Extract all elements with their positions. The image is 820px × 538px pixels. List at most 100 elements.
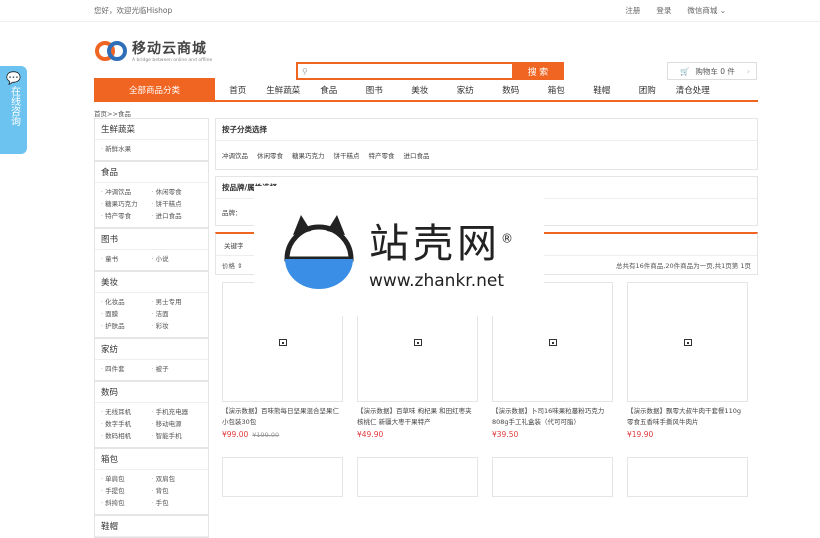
search-button[interactable]: 搜 索 (512, 62, 564, 80)
subcategory-link[interactable]: 数码相机 (101, 430, 152, 442)
product-price: ¥49.90 (357, 430, 384, 439)
subcategory-link[interactable]: 智能手机 (152, 430, 203, 442)
nav-item[interactable]: 家纺 (443, 84, 489, 96)
category-title[interactable]: 家纺 (95, 338, 208, 360)
subcategory-link[interactable]: 四件套 (101, 363, 152, 375)
subcategory-link[interactable]: 数字手机 (101, 418, 152, 430)
login-link[interactable]: 登录 (656, 5, 671, 16)
product-image[interactable] (492, 457, 613, 497)
category-group: 美妆化妆品男士专用面膜洁面护肤品彩妆 (94, 271, 209, 338)
category-group: 数码无线耳机手机充电器数字手机移动电源数码相机智能手机 (94, 381, 209, 448)
header: 移动云商城 A bridge between online and offlin… (0, 22, 820, 80)
product-name[interactable]: 【演示数据】百味熊每日坚果混合坚果仁 小包装30包 (222, 406, 343, 428)
subcategory-link[interactable]: 洁面 (152, 308, 203, 320)
product-name[interactable]: 【演示数据】百草味 枸杞果 和田红枣夹核桃仁 新疆大枣干果特产 (357, 406, 478, 428)
subcategory-link[interactable]: 单肩包 (101, 473, 152, 485)
category-title[interactable]: 食品 (95, 161, 208, 183)
watermark-text: 站壳网 (369, 221, 501, 267)
register-link[interactable]: 注册 (625, 5, 640, 16)
top-bar: 您好，欢迎光临Hishop 注册 登录 微信商城 ⌄ (0, 0, 820, 22)
subcategory-option[interactable]: 糖果巧克力 (292, 150, 325, 160)
image-placeholder-icon (548, 338, 557, 346)
subcategory-link[interactable]: 特产零食 (101, 210, 152, 222)
nav-item[interactable]: 美妆 (397, 84, 443, 96)
search-bar: ⚲ 搜 索 (296, 62, 564, 80)
keyword-filter[interactable]: 关键字 (224, 240, 244, 250)
subcategory-link[interactable]: 男士专用 (152, 296, 203, 308)
category-title[interactable]: 生鲜蔬菜 (95, 118, 208, 140)
nav-item[interactable]: 数码 (488, 84, 534, 96)
category-title[interactable]: 箱包 (95, 448, 208, 470)
subcategory-link[interactable]: 手机充电器 (152, 406, 203, 418)
subcategory-link[interactable]: 被子 (152, 363, 203, 375)
subcategory-option[interactable]: 休闲零食 (257, 150, 283, 160)
site-logo[interactable]: 移动云商城 A bridge between online and offlin… (94, 38, 212, 63)
product-image[interactable] (222, 457, 343, 497)
registered-mark: ® (501, 231, 517, 246)
product-name[interactable]: 【演示数据】飘零大叔牛肉干套餐110g 零食五香味手撕风牛肉片 (627, 406, 748, 428)
chevron-right-icon: › (747, 66, 750, 76)
chat-bubble-icon: 💬 (6, 71, 21, 85)
subcategory-link[interactable]: 面膜 (101, 308, 152, 320)
nav-item[interactable]: 箱包 (534, 84, 580, 96)
category-group: 图书童书小说 (94, 228, 209, 271)
subcategory-link[interactable]: 饼干糕点 (152, 198, 203, 210)
subcategory-link[interactable]: 糖果巧克力 (101, 198, 152, 210)
watermark-url: www.zhankr.net (369, 271, 505, 291)
product-image[interactable] (627, 282, 748, 402)
watermark: 站壳网® www.zhankr.net (254, 186, 544, 316)
wechat-store-link[interactable]: 微信商城 ⌄ (687, 5, 726, 16)
nav-item[interactable]: 生鲜蔬菜 (261, 84, 307, 96)
category-group: 鞋帽 (94, 515, 209, 538)
logo-name: 移动云商城 (132, 41, 207, 57)
subcategory-link[interactable]: 背包 (152, 485, 203, 497)
subcategory-link[interactable]: 手提包 (101, 485, 152, 497)
online-consult-button[interactable]: 💬 在线咨询 (0, 66, 27, 154)
nav-item[interactable]: 鞋帽 (579, 84, 625, 96)
search-input[interactable]: ⚲ (296, 62, 512, 80)
original-price: ¥199.00 (252, 431, 280, 439)
subcategory-link[interactable]: 冲调饮品 (101, 186, 152, 198)
category-title[interactable]: 美妆 (95, 271, 208, 293)
subcategory-filter: 按子分类选择 冲调饮品 休闲零食 糖果巧克力 饼干糕点 特产零食 进口食品 (215, 118, 758, 170)
product-name[interactable]: 【演示数据】卜司16味果粒蔓粉巧克力 808g手工礼盒装（代可可脂） (492, 406, 613, 428)
nav-item[interactable]: 图书 (352, 84, 398, 96)
category-title[interactable]: 数码 (95, 381, 208, 403)
price-sort-button[interactable]: 价格 ⇕ (222, 260, 243, 270)
subcategory-link[interactable]: 小说 (152, 253, 203, 265)
nav-item[interactable]: 首页 (215, 84, 261, 96)
subcategory-option[interactable]: 冲调饮品 (222, 150, 248, 160)
nav-item[interactable]: 食品 (306, 84, 352, 96)
product-image[interactable] (357, 457, 478, 497)
subcategory-link[interactable]: 化妆品 (101, 296, 152, 308)
product-price: ¥39.50 (492, 430, 519, 439)
logo-tagline: A bridge between online and offline (132, 58, 213, 63)
subcategory-link[interactable]: 手包 (152, 497, 203, 509)
category-title[interactable]: 图书 (95, 228, 208, 250)
cart-button[interactable]: 🛒 购物车 0 件 › (667, 62, 757, 80)
product-price: ¥19.90 (627, 430, 654, 439)
all-categories-button[interactable]: 全部商品分类 (94, 78, 215, 101)
breadcrumb: 首页>>食品 (94, 110, 131, 118)
subcategory-link[interactable]: 无线耳机 (101, 406, 152, 418)
subcategory-link[interactable]: 彩妆 (152, 320, 203, 332)
product-image[interactable] (627, 457, 748, 497)
product-card[interactable]: 【演示数据】飘零大叔牛肉干套餐110g 零食五香味手撕风牛肉片 ¥19.90 (627, 282, 748, 439)
category-title[interactable]: 鞋帽 (95, 515, 208, 537)
subcategory-title: 按子分类选择 (216, 119, 757, 141)
subcategory-link[interactable]: 进口食品 (152, 210, 203, 222)
subcategory-option[interactable]: 进口食品 (404, 150, 430, 160)
subcategory-link[interactable]: 移动电源 (152, 418, 203, 430)
subcategory-link[interactable]: 童书 (101, 253, 152, 265)
subcategory-link[interactable]: 休闲零食 (152, 186, 203, 198)
subcategory-link[interactable]: 斜挎包 (101, 497, 152, 509)
subcategory-link[interactable]: 新鲜水果 (101, 143, 152, 155)
nav-item[interactable]: 清仓处理 (670, 84, 716, 96)
cat-logo-icon (284, 215, 354, 289)
result-summary: 总共有16件商品,20件商品为一页,共1页第 1页 (615, 262, 751, 270)
nav-item[interactable]: 团购 (625, 84, 671, 96)
subcategory-option[interactable]: 特产零食 (369, 150, 395, 160)
subcategory-option[interactable]: 饼干糕点 (334, 150, 360, 160)
subcategory-link[interactable]: 双肩包 (152, 473, 203, 485)
subcategory-link[interactable]: 护肤品 (101, 320, 152, 332)
